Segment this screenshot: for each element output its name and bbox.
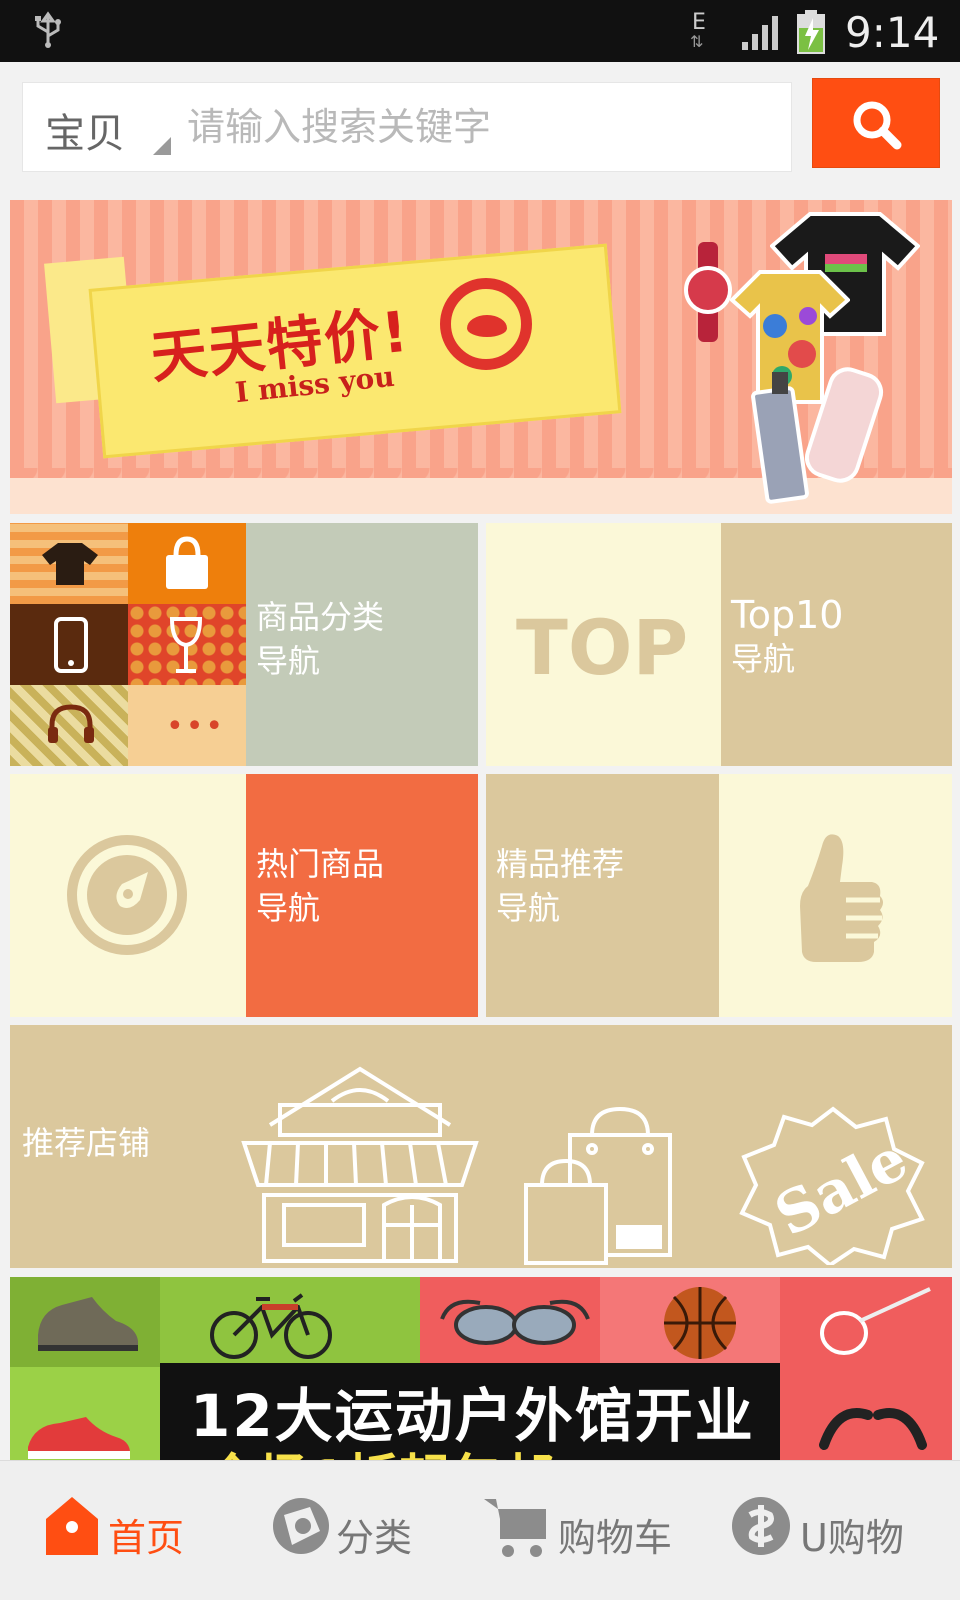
top10-nav-label: Top10 导航 [731, 593, 844, 678]
badminton-racket-image [820, 1287, 931, 1355]
cosmetics-image [751, 367, 884, 504]
phone-icon [54, 617, 88, 673]
dropdown-caret-icon [153, 137, 171, 155]
search-bar: 宝贝 [0, 62, 960, 192]
category-icon [273, 1498, 329, 1554]
red-sneaker-image [28, 1417, 130, 1459]
category-nav-label: 商品分类 导航 [256, 598, 385, 680]
nav-cart[interactable]: 购物车 [482, 1495, 682, 1565]
shopping-bags-icon [524, 1106, 672, 1265]
headphones-icon [48, 704, 94, 743]
search-box: 宝贝 [22, 82, 792, 172]
tshirt-icon [42, 543, 98, 585]
swim-goggles-image [440, 1299, 590, 1345]
top10-nav-tile[interactable]: TOP Top10 导航 [486, 523, 952, 766]
recommended-shops-label: 推荐店铺 [22, 1124, 151, 1162]
search-button[interactable] [812, 78, 940, 168]
promo-subheadline: 全场1折起包邮 [206, 1437, 554, 1460]
bottom-navigation: 首页 分类 购物车 U购物 [0, 1460, 960, 1600]
featured-picks-nav-tile[interactable]: 精品推荐 导航 [486, 774, 952, 1017]
hot-products-nav-tile[interactable]: 热门商品 导航 [10, 774, 478, 1017]
category-icon-grid: ••• [10, 523, 246, 766]
featured-picks-nav-label: 精品推荐 导航 [496, 845, 625, 927]
search-icon [853, 101, 902, 150]
network-type-indicator: E ⇅ [690, 10, 706, 51]
compass-icon [67, 835, 187, 955]
watch-image [684, 242, 732, 342]
cart-icon [484, 1499, 546, 1557]
grip-trainer-image [819, 1408, 927, 1450]
category-nav-tile[interactable]: ••• 商品分类 导航 [10, 523, 478, 766]
nav-u-shopping[interactable]: U购物 [730, 1495, 910, 1565]
recommended-shops-tile[interactable]: 推荐店铺 Sale [10, 1025, 952, 1268]
thumbs-up-icon [800, 834, 883, 962]
top-icon: TOP [516, 603, 689, 692]
search-scope-dropdown[interactable]: 宝贝 [45, 101, 125, 159]
handbag-icon [166, 536, 208, 589]
sale-badge: Sale [738, 1105, 928, 1268]
signal-icon [742, 16, 778, 50]
bicycle-image [210, 1293, 332, 1359]
home-icon [46, 1497, 98, 1555]
nav-home[interactable]: 首页 [44, 1495, 204, 1565]
lips-icon [440, 278, 532, 370]
sports-outdoor-promo-banner[interactable]: 12大运动户外馆开业 全场1折起包邮 [10, 1277, 952, 1460]
nav-category[interactable]: 分类 [270, 1495, 420, 1565]
status-bar: E ⇅ 9:14 [0, 0, 960, 62]
wine-glass-icon [169, 617, 203, 673]
clock: 9:14 [845, 8, 940, 57]
u-shopping-icon [732, 1497, 790, 1555]
promo-banner[interactable]: 天天特价! I miss you [10, 200, 952, 514]
search-input[interactable] [185, 95, 775, 159]
usb-icon [35, 11, 61, 48]
more-icon: ••• [166, 709, 226, 744]
battery-charging-icon [797, 10, 825, 54]
hiking-shoe-image [38, 1297, 138, 1351]
hot-products-nav-label: 热门商品 导航 [256, 845, 385, 927]
basketball-image [664, 1287, 736, 1359]
storefront-icon [241, 1066, 479, 1263]
